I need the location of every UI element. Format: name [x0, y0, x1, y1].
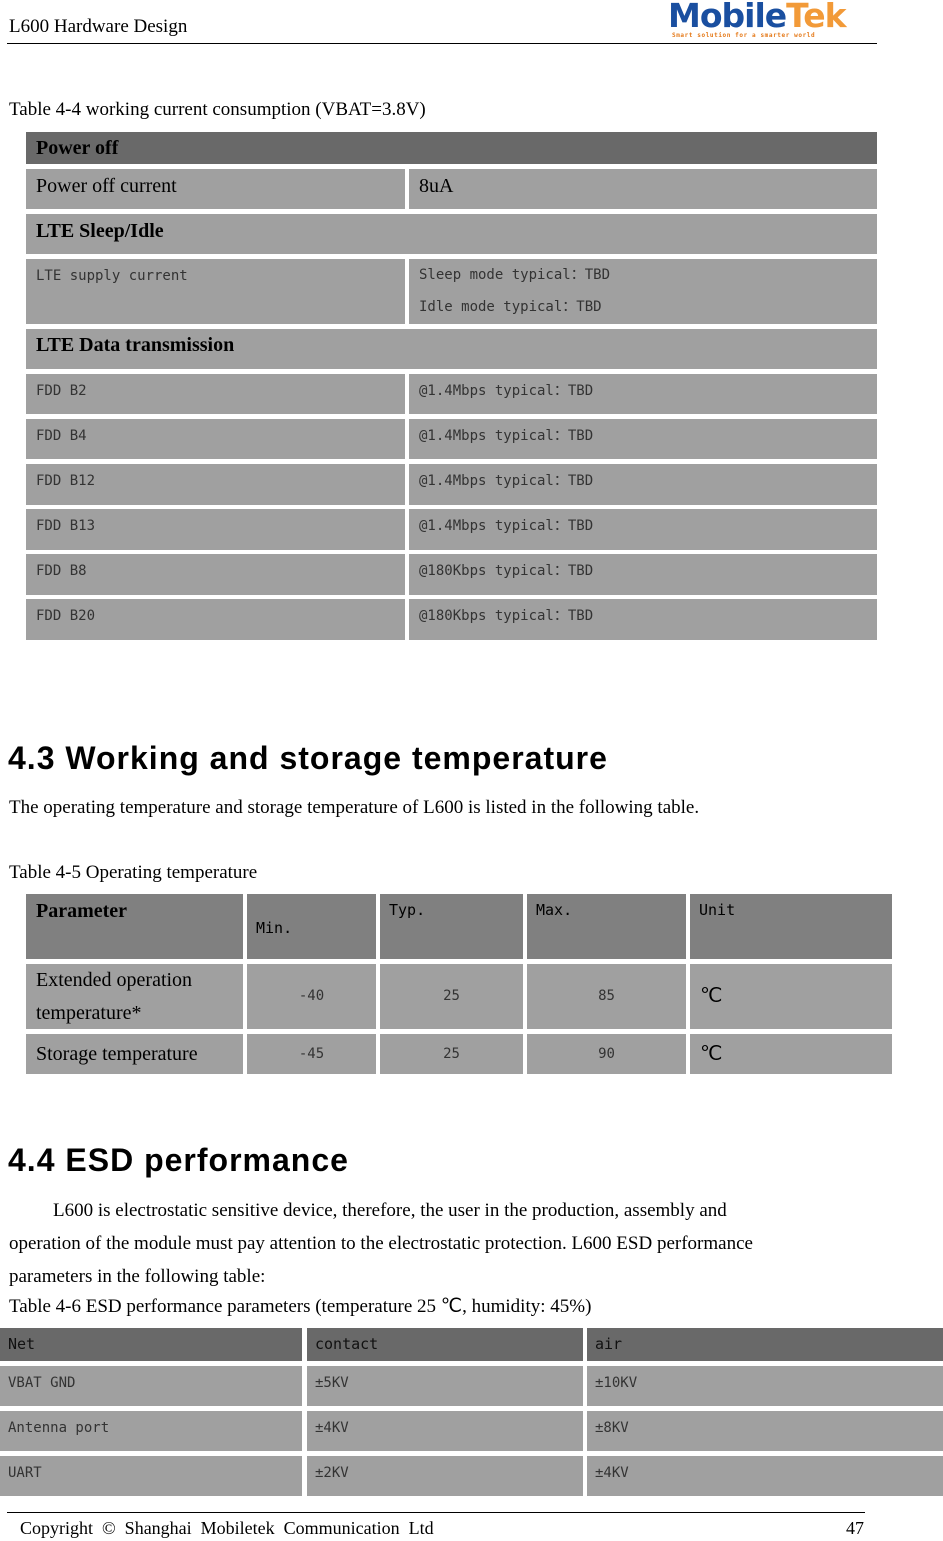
section-4-3-heading: 4.3 Working and storage temperature	[8, 740, 608, 776]
footer-divider	[7, 1512, 865, 1513]
table-cell-net: UART	[0, 1456, 302, 1496]
table-row-value: 8uA	[409, 169, 877, 209]
table-row-value: @1.4Mbps typical：TBD	[409, 374, 877, 414]
table-row-parameter: Extended operation temperature*	[26, 964, 243, 1029]
section-header-power-off: Power off	[26, 132, 877, 164]
document-title: L600 Hardware Design	[9, 16, 188, 37]
column-header-air: air	[587, 1328, 943, 1361]
table-cell-unit: ℃	[690, 964, 892, 1029]
footer-copyright: Copyright © Shanghai Mobiletek Communica…	[20, 1518, 434, 1538]
table-cell-min: -45	[247, 1034, 376, 1074]
section-header-lte-data-transmission: LTE Data transmission	[26, 329, 877, 369]
table-row-label: FDD B13	[26, 509, 405, 550]
column-header-typ: Typ.	[380, 894, 523, 959]
table-cell-net: VBAT GND	[0, 1366, 302, 1406]
section-4-3-intro: The operating temperature and storage te…	[9, 797, 700, 818]
table-row-label: Power off current	[26, 169, 405, 209]
mobiletek-logo: MobileTek Smart solution for a smarter w…	[668, 0, 872, 40]
logo-name-left: Mobile	[668, 0, 787, 35]
table-row-label: FDD B4	[26, 419, 405, 459]
column-header-min: Min.	[247, 894, 376, 959]
column-header-max: Max.	[527, 894, 686, 959]
column-header-unit: Unit	[690, 894, 892, 959]
table-row-value: @180Kbps typical：TBD	[409, 554, 877, 595]
sleep-mode-value: Sleep mode typical：TBD	[419, 267, 611, 283]
idle-mode-value: Idle mode typical：TBD	[419, 299, 602, 315]
logo-name-right: Tek	[786, 0, 846, 35]
section-header-lte-sleep-idle: LTE Sleep/Idle	[26, 214, 877, 254]
header-divider	[7, 43, 877, 44]
table-cell-net: Antenna port	[0, 1411, 302, 1451]
logo-tagline: Smart solution for a smarter world	[672, 32, 816, 39]
table-cell-air: ±8KV	[587, 1411, 943, 1451]
table-cell-contact: ±4KV	[307, 1411, 583, 1451]
table-row-label: FDD B12	[26, 464, 405, 505]
table-row-value: @1.4Mbps typical：TBD	[409, 509, 877, 550]
section-4-4-paragraph: L600 is electrostatic sensitive device, …	[9, 1200, 753, 1287]
column-header-contact: contact	[307, 1328, 583, 1361]
page-number: 47	[846, 1518, 864, 1538]
section-4-4-heading: 4.4 ESD performance	[8, 1142, 349, 1178]
column-header-parameter: Parameter	[26, 894, 243, 959]
table-row-value: @1.4Mbps typical：TBD	[409, 419, 877, 459]
table-cell-contact: ±5KV	[307, 1366, 583, 1406]
table-row-parameter: Storage temperature	[26, 1034, 243, 1074]
table-row-value: @180Kbps typical：TBD	[409, 599, 877, 640]
table-row-label: FDD B20	[26, 599, 405, 640]
table-row-value: @1.4Mbps typical：TBD	[409, 464, 877, 505]
table-cell-unit: ℃	[690, 1034, 892, 1074]
table-row-label: FDD B8	[26, 554, 405, 595]
table-row-label: FDD B2	[26, 374, 405, 414]
table-row-label: LTE supply current	[26, 259, 405, 324]
table-cell-max: 85	[527, 964, 686, 1029]
table-cell-typ: 25	[380, 1034, 523, 1074]
table-cell-air: ±4KV	[587, 1456, 943, 1496]
table-4-5-caption: Table 4-5 Operating temperature	[9, 862, 258, 883]
table-4-6-caption: Table 4-6 ESD performance parameters (te…	[9, 1296, 592, 1317]
table-cell-max: 90	[527, 1034, 686, 1074]
table-row-value: Sleep mode typical：TBD Idle mode typical…	[409, 259, 877, 324]
table-cell-air: ±10KV	[587, 1366, 943, 1406]
table-cell-min: -40	[247, 964, 376, 1029]
column-header-net: Net	[0, 1328, 302, 1361]
table-cell-contact: ±2KV	[307, 1456, 583, 1496]
table-4-4-caption: Table 4-4 working current consumption (V…	[9, 99, 426, 120]
table-cell-typ: 25	[380, 964, 523, 1029]
